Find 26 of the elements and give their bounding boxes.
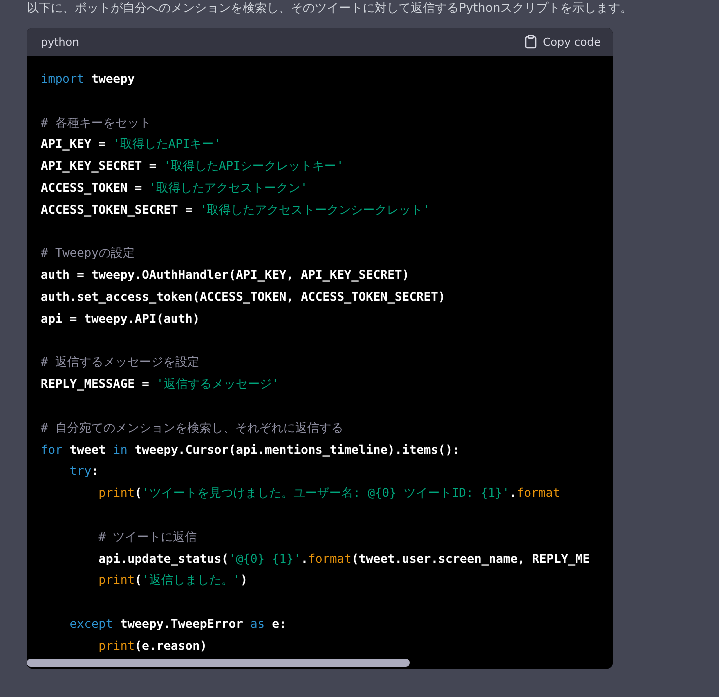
code-line: print(e.reason) xyxy=(98,638,208,655)
code-line: import tweepy xyxy=(41,71,136,88)
code-line: print('ツイートを見つけました。ユーザー名: @{0} ツイートID: {1}'.format xyxy=(98,485,562,502)
code-line: ACCESS_TOKEN_SECRET = '取得したアクセストークンシークレット' xyxy=(41,202,432,219)
code-line: print('返信しました。') xyxy=(98,572,249,590)
code-line: # Tweepyの設定 xyxy=(41,245,136,262)
code-line: api = tweepy.API(auth) xyxy=(41,310,201,328)
code-line: auth = tweepy.OAuthHandler(API_KEY, API_KEY_SECRET) xyxy=(41,267,410,284)
code-line: API_KEY = '取得したAPIキー' xyxy=(41,136,222,154)
code-line: # 各種キーをセット xyxy=(41,114,152,132)
code-line: # 返信するメッセージを設定 xyxy=(41,354,200,372)
code-line: # 自分宛てのメンションを検索し、それぞれに返信する xyxy=(41,420,344,437)
code-line: api.update_status('@{0} {1}'.format(tweet.user.screen_name, REPLY_ME xyxy=(98,550,592,568)
code-line: try: xyxy=(68,463,100,480)
code-line: except tweepy.TweepError as e: xyxy=(68,616,288,633)
code-line: auth.set_access_token(ACCESS_TOKEN, ACCESS_TOKEN_SECRET) xyxy=(41,288,447,306)
code-line: ACCESS_TOKEN = '取得したアクセストークン' xyxy=(41,180,309,197)
language-label: python xyxy=(41,36,80,48)
code-line: # ツイートに返信 xyxy=(98,528,198,546)
code-line: REPLY_MESSAGE = '返信するメッセージ' xyxy=(41,376,280,394)
copy-code-button[interactable]: Copy code xyxy=(525,35,601,49)
code-line: for tweet in tweepy.Cursor(api.mentions_timeline).items(): xyxy=(41,442,462,459)
scrollbar-thumb[interactable] xyxy=(27,659,410,667)
clipboard-icon xyxy=(525,35,538,49)
intro-text: 以下に、ボットが自分へのメンションを検索し、そのツイートに対して返信するPythonスクリプトを示します。 xyxy=(26,0,634,16)
code-line: API_KEY_SECRET = '取得したAPIシークレットキー' xyxy=(41,158,345,176)
